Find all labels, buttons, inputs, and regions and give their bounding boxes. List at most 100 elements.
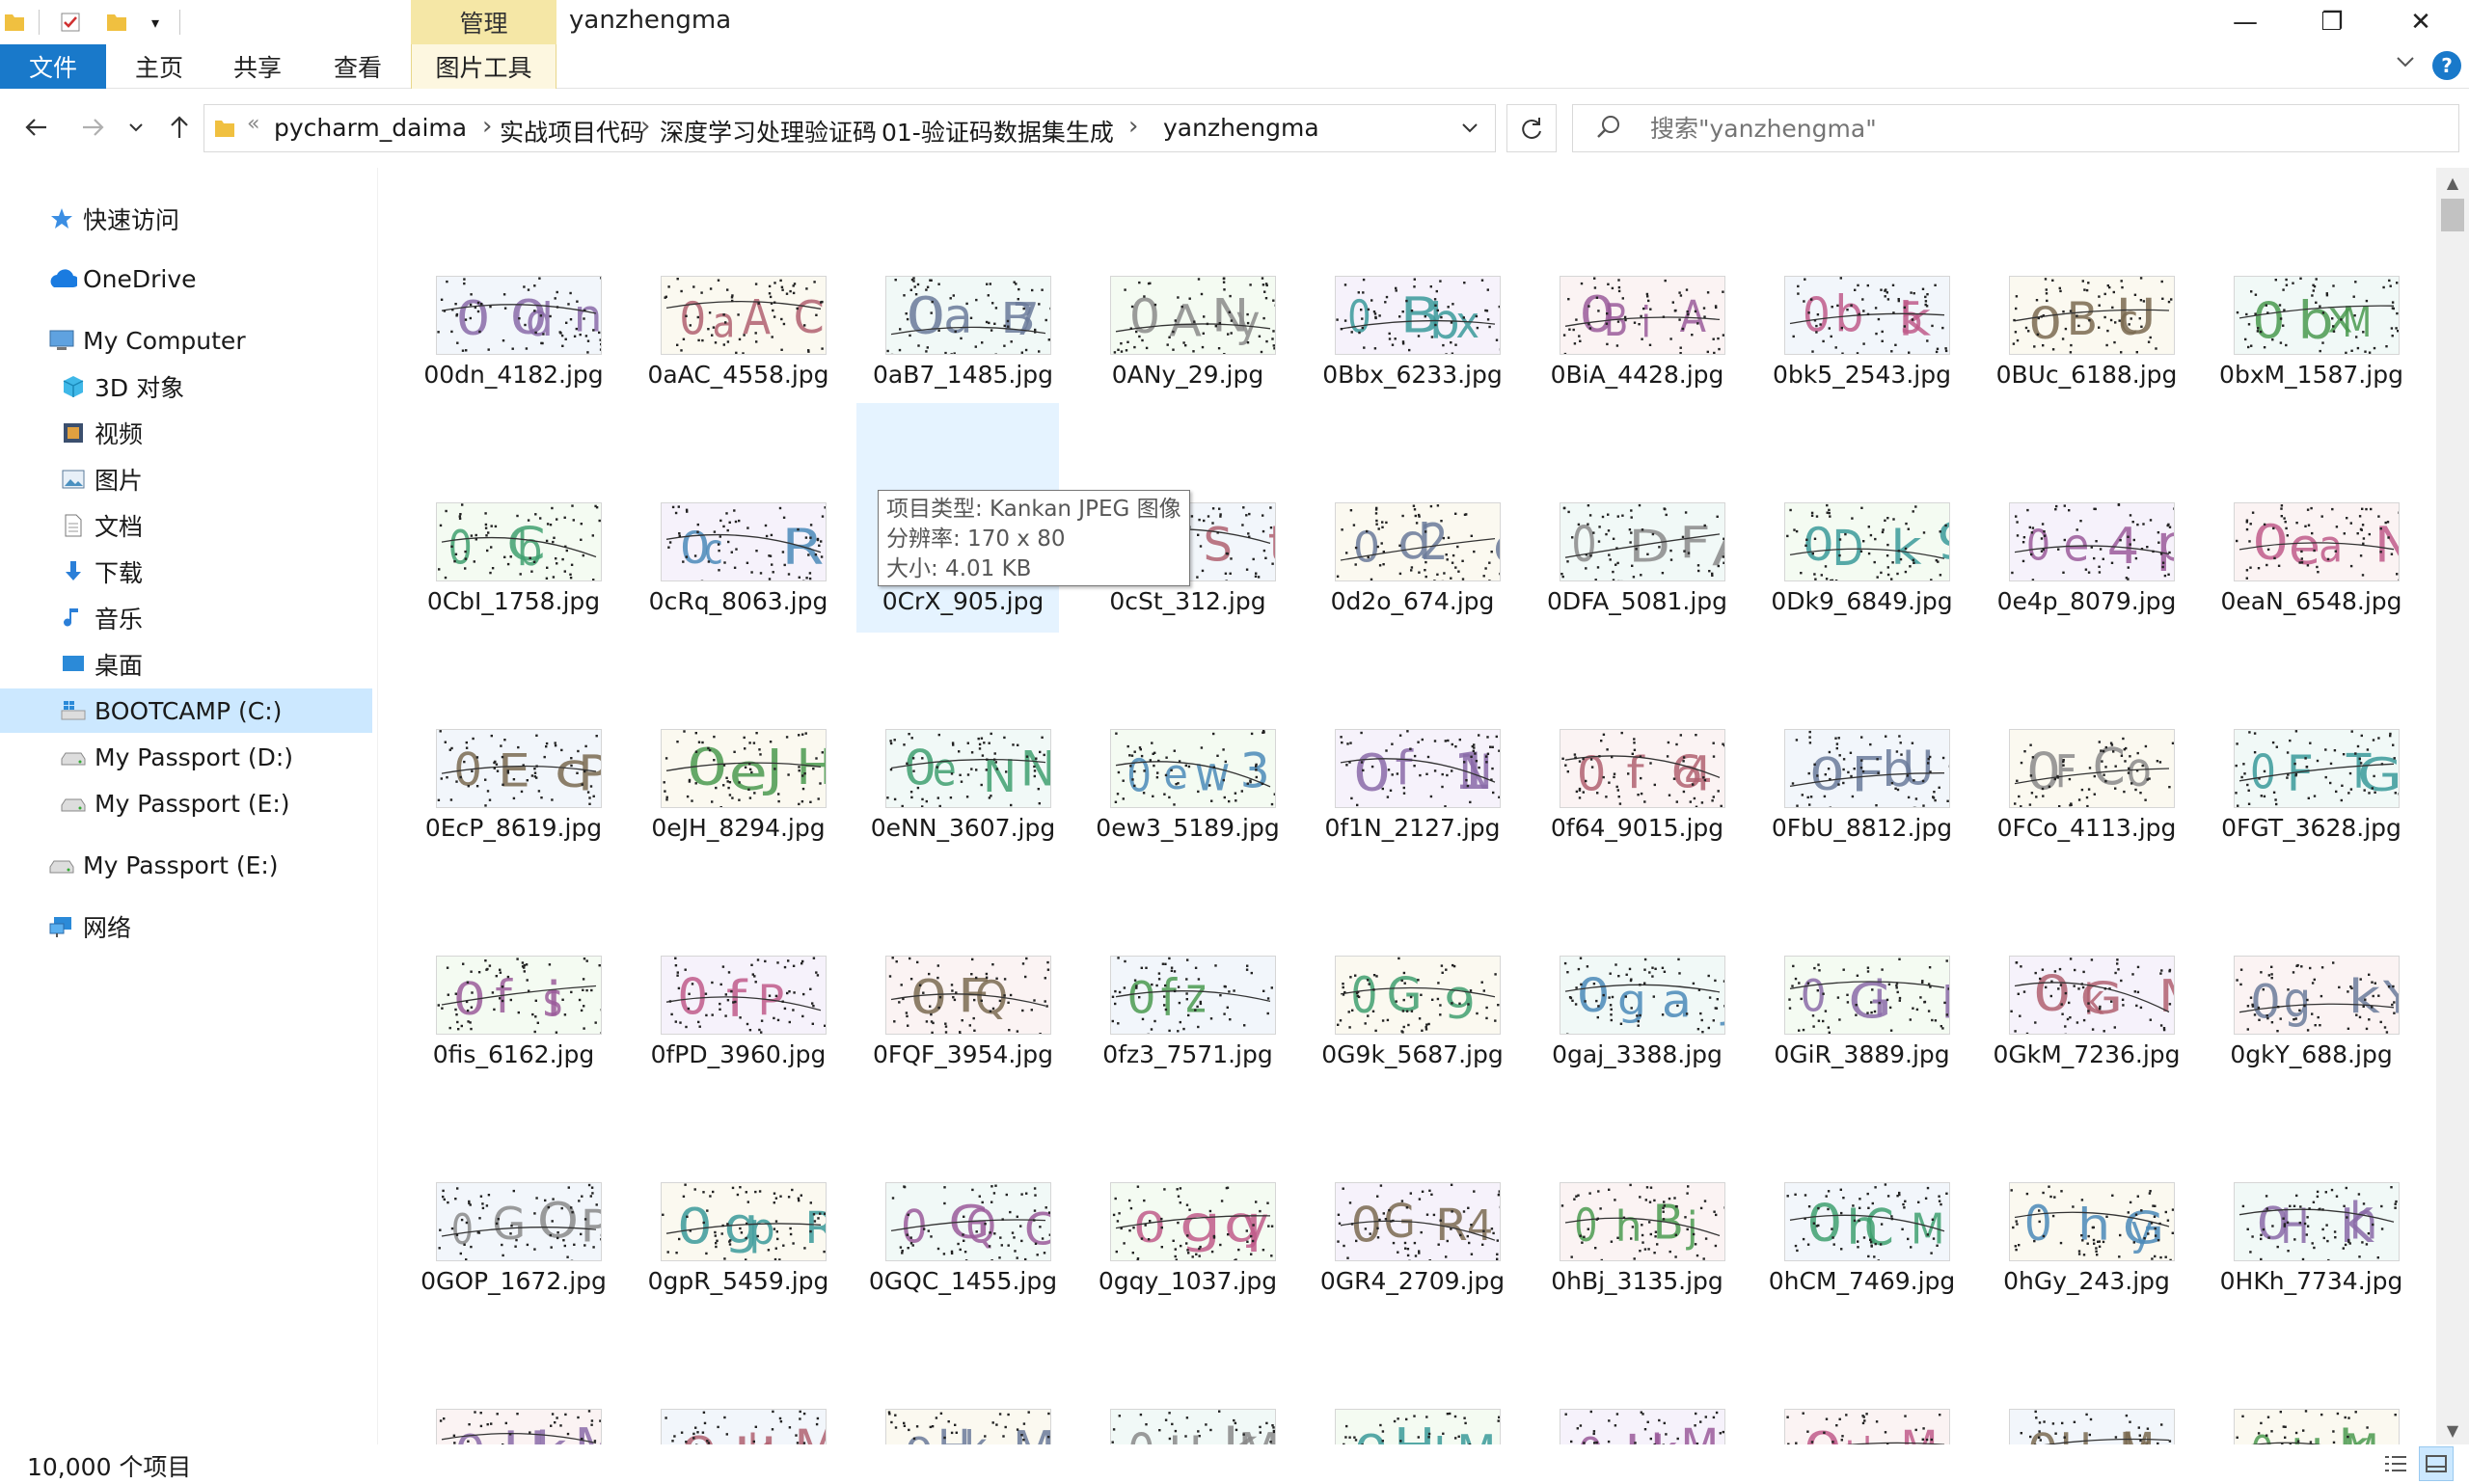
file-tile[interactable]: 0gqy 0gqy_1037.jpg [1089,1182,1287,1298]
file-tile[interactable]: 0Bbx 0Bbx_6233.jpg [1314,276,1511,391]
file-tile[interactable]: 0GkM 0GkM_7236.jpg [1988,956,2185,1071]
minimize-button[interactable]: — [2201,0,2290,44]
file-tile[interactable]: 0aB7 0aB7_1485.jpg [864,276,1062,391]
file-tile[interactable]: 0bk5 0bk5_2543.jpg [1763,276,1961,391]
file-tile[interactable]: 0fis 0fis_6162.jpg [415,956,612,1071]
file-tile[interactable]: 0f1N 0f1N_2127.jpg [1314,729,1511,845]
close-button[interactable]: ✕ [2376,0,2465,44]
file-tile-partial[interactable]: 0HkM [2212,1409,2410,1444]
file-tile-partial[interactable]: 0HkM [1538,1409,1736,1444]
tab-file[interactable]: 文件 [0,44,106,89]
breadcrumb-separator[interactable]: › [1128,112,1138,141]
file-tile[interactable]: 0hGy 0hGy_243.jpg [1988,1182,2185,1298]
nav-item-desktop[interactable]: 桌面 [0,642,372,687]
address-dropdown-icon[interactable] [1460,119,1479,142]
expand-ribbon-icon[interactable] [2394,50,2417,79]
nav-item-documents[interactable]: 文档 [0,503,372,548]
file-tile[interactable]: 0FCo 0FCo_4113.jpg [1988,729,2185,845]
nav-item-bootcamp-drive[interactable]: BOOTCAMP (C:) [0,688,372,733]
file-tile[interactable]: 0ANy 0ANy_29.jpg [1089,276,1287,391]
file-tile[interactable]: 0ew3 0ew3_5189.jpg [1089,729,1287,845]
nav-item-music[interactable]: 音乐 [0,596,372,640]
file-tile[interactable]: 0e4p 0e4p_8079.jpg [1988,502,2185,618]
address-bar[interactable]: « pycharm_daima › 实战项目代码 › 深度学习处理验证码 › 0… [203,104,1496,152]
breadcrumb-separator[interactable]: › [862,112,872,141]
tab-home[interactable]: 主页 [118,44,201,89]
file-tile[interactable]: 0CbI 0CbI_1758.jpg [415,502,612,618]
file-tile[interactable]: 0gaj 0gaj_3388.jpg [1538,956,1736,1071]
breadcrumb-separator[interactable]: › [482,112,492,141]
tab-view[interactable]: 查看 [316,44,399,89]
up-button[interactable] [160,108,199,147]
file-tile[interactable]: 0f64 0f64_9015.jpg [1538,729,1736,845]
file-tile[interactable]: 0fz3 0fz3_7571.jpg [1089,956,1287,1071]
file-tile-partial[interactable]: 0HkM [864,1409,1062,1444]
nav-item-network[interactable]: 网络 [0,904,372,949]
file-tile[interactable]: 0EcP 0EcP_8619.jpg [415,729,612,845]
breadcrumb-item[interactable]: 深度学习处理验证码 [660,114,877,148]
refresh-button[interactable] [1506,104,1557,152]
overflow-icon[interactable]: « [247,112,259,136]
file-tile-partial[interactable]: 0HkM [1763,1409,1961,1444]
file-tile[interactable]: 0gpR 0gpR_5459.jpg [639,1182,837,1298]
file-list[interactable]: 00dn 00dn_4182.jpg 0aAC 0aAC_4558.jpg 0a… [378,168,2436,1444]
nav-item-videos[interactable]: 视频 [0,411,372,455]
forward-button[interactable] [73,108,112,147]
large-icons-view-icon[interactable] [2419,1446,2454,1481]
help-button[interactable]: ? [2432,51,2461,80]
breadcrumb-item[interactable]: 实战项目代码 [500,114,644,148]
customize-toolbar-icon[interactable]: ▾ [141,8,170,37]
file-tile-partial[interactable]: 0HkM [1314,1409,1511,1444]
breadcrumb-item[interactable]: yanzhengma [1163,114,1319,142]
file-tile[interactable]: 0hBj 0hBj_3135.jpg [1538,1182,1736,1298]
scroll-up-arrow-icon[interactable]: ▲ [2436,168,2469,197]
nav-item-3d-objects[interactable]: 3D 对象 [0,364,372,409]
details-view-icon[interactable] [2378,1446,2413,1481]
nav-item-onedrive[interactable]: OneDrive [0,256,372,301]
file-tile[interactable]: 0Dk9 0Dk9_6849.jpg [1763,502,1961,618]
file-tile[interactable]: 0eNN 0eNN_3607.jpg [864,729,1062,845]
file-tile[interactable]: 0fPD 0fPD_3960.jpg [639,956,837,1071]
nav-item-quick-access[interactable]: 快速访问 [0,197,372,241]
tab-share[interactable]: 共享 [216,44,299,89]
breadcrumb-item[interactable]: 01-验证码数据集生成 [882,114,1114,148]
file-tile[interactable]: 0bxM 0bxM_1587.jpg [2212,276,2410,391]
file-tile[interactable]: 0eJH 0eJH_8294.jpg [639,729,837,845]
file-tile-partial[interactable]: 0HkM [1089,1409,1287,1444]
file-tile[interactable]: 0GQC 0GQC_1455.jpg [864,1182,1062,1298]
file-tile[interactable]: 0GOP 0GOP_1672.jpg [415,1182,612,1298]
breadcrumb-separator[interactable]: › [640,112,650,141]
file-tile[interactable]: 0d2o 0d2o_674.jpg [1314,502,1511,618]
file-tile-partial[interactable]: 0HkM [415,1409,612,1444]
new-folder-icon[interactable] [102,8,131,37]
file-tile[interactable]: 0FQF 0FQF_3954.jpg [864,956,1062,1071]
search-box[interactable] [1572,104,2459,152]
nav-item-pictures[interactable]: 图片 [0,457,372,501]
file-tile[interactable]: 0FbU 0FbU_8812.jpg [1763,729,1961,845]
file-tile[interactable]: 00dn 00dn_4182.jpg [415,276,612,391]
file-tile[interactable]: 0GiR 0GiR_3889.jpg [1763,956,1961,1071]
nav-item-passport-e-root[interactable]: My Passport (E:) [0,843,372,887]
file-tile[interactable]: 0eaN 0eaN_6548.jpg [2212,502,2410,618]
properties-icon[interactable] [56,8,85,37]
file-tile[interactable]: 0DFA 0DFA_5081.jpg [1538,502,1736,618]
file-tile[interactable]: 0aAC 0aAC_4558.jpg [639,276,837,391]
nav-item-passport-d[interactable]: My Passport (D:) [0,735,372,779]
nav-item-downloads[interactable]: 下载 [0,550,372,594]
file-tile[interactable]: 0GR4 0GR4_2709.jpg [1314,1182,1511,1298]
file-tile[interactable]: 0BUc 0BUc_6188.jpg [1988,276,2185,391]
scroll-down-arrow-icon[interactable]: ▼ [2436,1416,2469,1444]
nav-item-my-computer[interactable]: My Computer [0,318,372,363]
nav-item-passport-e[interactable]: My Passport (E:) [0,781,372,825]
recent-locations-button[interactable] [122,108,150,147]
file-tile[interactable]: 0hCM 0hCM_7469.jpg [1763,1182,1961,1298]
breadcrumb-item[interactable]: pycharm_daima [274,114,467,142]
search-input[interactable] [1648,113,2420,144]
file-tile[interactable]: 0HKh 0HKh_7734.jpg [2212,1182,2410,1298]
scrollbar-thumb[interactable] [2441,199,2464,231]
file-tile[interactable]: 0FGT 0FGT_3628.jpg [2212,729,2410,845]
file-tile[interactable]: 0cRq 0cRq_8063.jpg [639,502,837,618]
back-button[interactable] [17,108,56,147]
tab-picture-tools[interactable]: 图片工具 [411,44,556,89]
file-tile[interactable]: 0gkY 0gkY_688.jpg [2212,956,2410,1071]
